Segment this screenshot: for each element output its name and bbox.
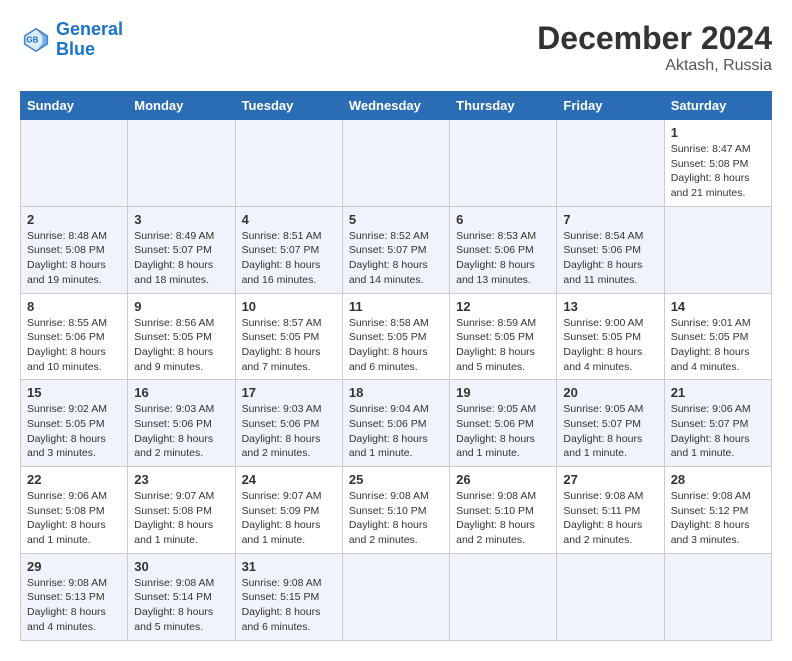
calendar-row: 8Sunrise: 8:55 AMSunset: 5:06 PMDaylight…: [21, 293, 772, 380]
calendar-day: 22Sunrise: 9:06 AMSunset: 5:08 PMDayligh…: [21, 467, 128, 554]
calendar-day: 1Sunrise: 8:47 AMSunset: 5:08 PMDaylight…: [664, 120, 771, 207]
calendar-day: [342, 553, 449, 640]
calendar-day: 14Sunrise: 9:01 AMSunset: 5:05 PMDayligh…: [664, 293, 771, 380]
calendar-day: 16Sunrise: 9:03 AMSunset: 5:06 PMDayligh…: [128, 380, 235, 467]
calendar-row: 2Sunrise: 8:48 AMSunset: 5:08 PMDaylight…: [21, 206, 772, 293]
empty-cell: [235, 120, 342, 207]
calendar-day: 25Sunrise: 9:08 AMSunset: 5:10 PMDayligh…: [342, 467, 449, 554]
calendar-day: 9Sunrise: 8:56 AMSunset: 5:05 PMDaylight…: [128, 293, 235, 380]
calendar-day: 11Sunrise: 8:58 AMSunset: 5:05 PMDayligh…: [342, 293, 449, 380]
calendar-day: 6Sunrise: 8:53 AMSunset: 5:06 PMDaylight…: [450, 206, 557, 293]
calendar-day: 5Sunrise: 8:52 AMSunset: 5:07 PMDaylight…: [342, 206, 449, 293]
calendar-day: 4Sunrise: 8:51 AMSunset: 5:07 PMDaylight…: [235, 206, 342, 293]
calendar-day: 24Sunrise: 9:07 AMSunset: 5:09 PMDayligh…: [235, 467, 342, 554]
empty-cell: [128, 120, 235, 207]
logo-text: General Blue: [56, 20, 123, 60]
calendar-day: [450, 553, 557, 640]
header-day-friday: Friday: [557, 92, 664, 120]
logo-icon: GB: [20, 24, 52, 56]
calendar-day: 2Sunrise: 8:48 AMSunset: 5:08 PMDaylight…: [21, 206, 128, 293]
calendar-day: 10Sunrise: 8:57 AMSunset: 5:05 PMDayligh…: [235, 293, 342, 380]
svg-text:GB: GB: [26, 35, 38, 44]
calendar-day: 28Sunrise: 9:08 AMSunset: 5:12 PMDayligh…: [664, 467, 771, 554]
calendar-day: 30Sunrise: 9:08 AMSunset: 5:14 PMDayligh…: [128, 553, 235, 640]
calendar-day: 31Sunrise: 9:08 AMSunset: 5:15 PMDayligh…: [235, 553, 342, 640]
calendar-day: 27Sunrise: 9:08 AMSunset: 5:11 PMDayligh…: [557, 467, 664, 554]
calendar-day: 26Sunrise: 9:08 AMSunset: 5:10 PMDayligh…: [450, 467, 557, 554]
header-day-thursday: Thursday: [450, 92, 557, 120]
header-day-monday: Monday: [128, 92, 235, 120]
page-header: GB General Blue December 2024 Aktash, Ru…: [20, 20, 772, 75]
logo: GB General Blue: [20, 20, 123, 60]
calendar-day: 29Sunrise: 9:08 AMSunset: 5:13 PMDayligh…: [21, 553, 128, 640]
calendar-day: 8Sunrise: 8:55 AMSunset: 5:06 PMDaylight…: [21, 293, 128, 380]
calendar-day: 3Sunrise: 8:49 AMSunset: 5:07 PMDaylight…: [128, 206, 235, 293]
calendar-day: 13Sunrise: 9:00 AMSunset: 5:05 PMDayligh…: [557, 293, 664, 380]
calendar-day: 15Sunrise: 9:02 AMSunset: 5:05 PMDayligh…: [21, 380, 128, 467]
calendar-row: 15Sunrise: 9:02 AMSunset: 5:05 PMDayligh…: [21, 380, 772, 467]
calendar-day: 19Sunrise: 9:05 AMSunset: 5:06 PMDayligh…: [450, 380, 557, 467]
calendar-row: 1Sunrise: 8:47 AMSunset: 5:08 PMDaylight…: [21, 120, 772, 207]
calendar-day: 12Sunrise: 8:59 AMSunset: 5:05 PMDayligh…: [450, 293, 557, 380]
calendar-day: 20Sunrise: 9:05 AMSunset: 5:07 PMDayligh…: [557, 380, 664, 467]
header-row: SundayMondayTuesdayWednesdayThursdayFrid…: [21, 92, 772, 120]
calendar-day: [664, 553, 771, 640]
empty-cell: [450, 120, 557, 207]
calendar-day: 21Sunrise: 9:06 AMSunset: 5:07 PMDayligh…: [664, 380, 771, 467]
empty-cell: [21, 120, 128, 207]
calendar-table: SundayMondayTuesdayWednesdayThursdayFrid…: [20, 91, 772, 641]
calendar-day: 17Sunrise: 9:03 AMSunset: 5:06 PMDayligh…: [235, 380, 342, 467]
header-day-saturday: Saturday: [664, 92, 771, 120]
calendar-day: 23Sunrise: 9:07 AMSunset: 5:08 PMDayligh…: [128, 467, 235, 554]
title-block: December 2024 Aktash, Russia: [537, 20, 772, 75]
calendar-day: [664, 206, 771, 293]
header-day-sunday: Sunday: [21, 92, 128, 120]
calendar-row: 22Sunrise: 9:06 AMSunset: 5:08 PMDayligh…: [21, 467, 772, 554]
calendar-day: [557, 553, 664, 640]
empty-cell: [557, 120, 664, 207]
calendar-day: 7Sunrise: 8:54 AMSunset: 5:06 PMDaylight…: [557, 206, 664, 293]
calendar-day: 18Sunrise: 9:04 AMSunset: 5:06 PMDayligh…: [342, 380, 449, 467]
subtitle: Aktash, Russia: [537, 57, 772, 75]
header-day-tuesday: Tuesday: [235, 92, 342, 120]
main-title: December 2024: [537, 20, 772, 57]
header-day-wednesday: Wednesday: [342, 92, 449, 120]
empty-cell: [342, 120, 449, 207]
calendar-row: 29Sunrise: 9:08 AMSunset: 5:13 PMDayligh…: [21, 553, 772, 640]
